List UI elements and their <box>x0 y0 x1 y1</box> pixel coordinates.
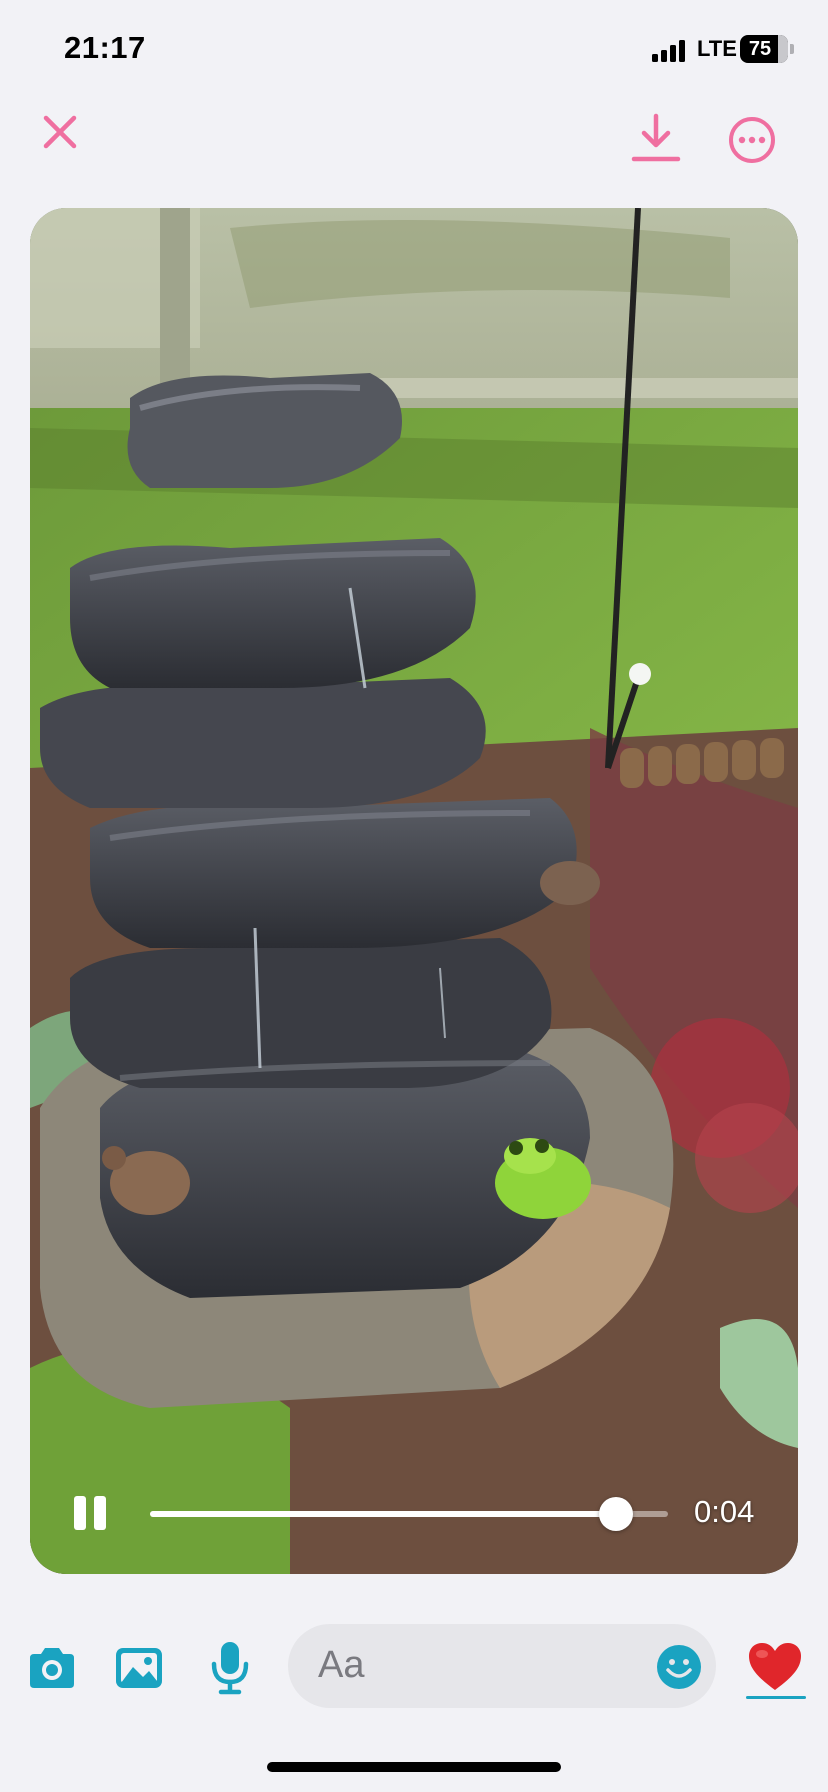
video-player[interactable]: 0:04 <box>30 208 798 1574</box>
video-progress-track[interactable] <box>150 1497 668 1531</box>
video-controls: 0:04 <box>30 1464 798 1574</box>
more-options-button[interactable] <box>726 114 778 166</box>
media-viewer-screen: 21:17 LTE 75 0:04 Aa <box>0 0 828 1792</box>
status-bar: 21:17 LTE 75 <box>0 0 828 100</box>
heart-button-indicator <box>746 1696 806 1699</box>
video-elapsed-time: 0:04 <box>694 1494 755 1529</box>
close-button[interactable] <box>36 108 84 156</box>
battery-level: 75 <box>748 38 772 60</box>
home-indicator[interactable] <box>267 1762 561 1772</box>
message-input[interactable]: Aa <box>288 1624 716 1708</box>
emoji-icon <box>657 1645 701 1689</box>
signal-strength-icon <box>652 40 688 62</box>
voice-message-button[interactable] <box>202 1638 258 1695</box>
message-input-placeholder: Aa <box>318 1644 365 1686</box>
microphone-icon <box>211 1642 249 1695</box>
message-composer: Aa <box>0 1610 828 1720</box>
download-icon <box>631 113 681 162</box>
camera-icon <box>30 1648 74 1688</box>
video-frame-fountain <box>30 208 798 1574</box>
emoji-button[interactable] <box>656 1644 702 1690</box>
battery-icon: 75 <box>740 35 788 63</box>
image-icon <box>116 1648 162 1688</box>
video-progress-fill <box>150 1511 617 1517</box>
heart-icon <box>749 1643 801 1690</box>
network-type: LTE <box>697 36 737 61</box>
image-gallery-button[interactable] <box>112 1640 168 1696</box>
video-scrubber-handle[interactable] <box>599 1497 634 1531</box>
download-button[interactable] <box>628 110 684 166</box>
pause-button[interactable] <box>70 1494 110 1534</box>
close-icon <box>43 115 77 149</box>
more-options-icon <box>729 117 775 163</box>
camera-button[interactable] <box>24 1640 80 1696</box>
status-time: 21:17 <box>64 30 146 65</box>
send-heart-button[interactable] <box>746 1640 804 1698</box>
